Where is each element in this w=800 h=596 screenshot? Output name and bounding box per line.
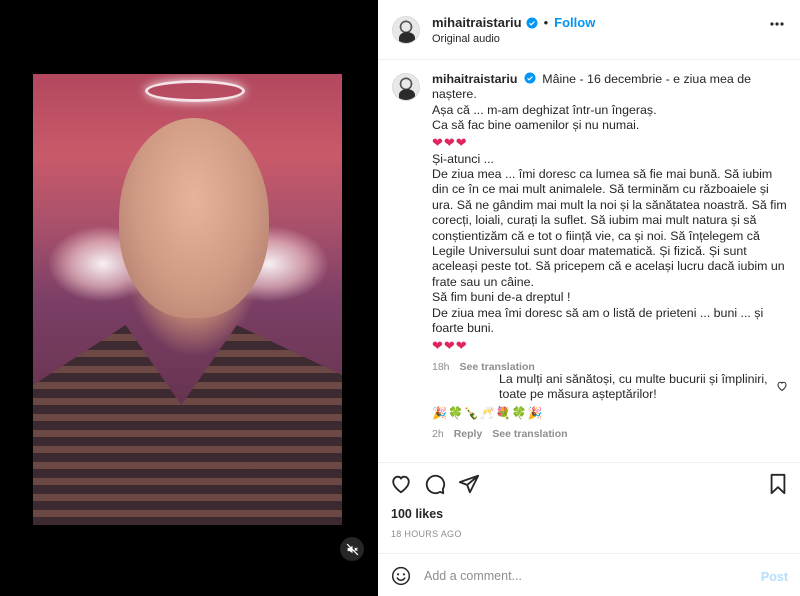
follow-button[interactable]: Follow — [554, 15, 595, 30]
post-panel: mihaitraistariu • Follow Original audio … — [378, 0, 800, 596]
mute-button[interactable] — [340, 537, 364, 561]
verified-badge-icon — [524, 72, 536, 84]
header-username[interactable]: mihaitraistariu — [432, 15, 522, 30]
comment-emojis: 🎉🍀🍾🥂💐🍀🎉 — [432, 405, 544, 420]
halo-effect — [145, 80, 245, 102]
caption-line: De ziua mea îmi doresc să am o listă de … — [432, 305, 764, 336]
video-shirt — [33, 325, 342, 525]
post-header: mihaitraistariu • Follow Original audio — [378, 0, 800, 60]
comment-time: 2h — [432, 427, 444, 440]
more-options-icon[interactable] — [770, 22, 784, 26]
reply-button[interactable]: Reply — [454, 428, 483, 440]
share-icon[interactable] — [458, 473, 480, 495]
emoji-icon[interactable] — [391, 566, 411, 586]
media-panel — [0, 0, 378, 596]
avatar[interactable] — [392, 73, 420, 101]
caption-text: mihaitraistariu Mâine - 16 decembrie - e… — [432, 72, 788, 375]
heart-icon[interactable] — [390, 473, 412, 495]
caption-line: Să fim buni de-a dreptul ! — [432, 290, 571, 305]
caption-paragraph: De ziua mea ... îmi doresc ca lumea să f… — [432, 167, 787, 289]
verified-badge-icon — [526, 17, 538, 28]
caption-line: Ca să fac bine oamenilor și nu numai. — [432, 118, 640, 133]
add-comment-bar: Post — [378, 553, 800, 596]
likes-count[interactable]: 100 likes — [391, 507, 443, 521]
comment-input[interactable] — [424, 564, 744, 588]
hearts-emoji: ❤❤❤ — [432, 337, 468, 353]
separator: • — [543, 15, 549, 30]
actions-bar — [378, 462, 800, 502]
video-player[interactable] — [33, 74, 342, 525]
video-subject — [119, 118, 269, 318]
caption-line: Așa că ... m-am deghizat într-un îngeraș… — [432, 102, 657, 117]
comment-heart-icon[interactable] — [776, 380, 788, 392]
see-translation-link[interactable]: See translation — [492, 428, 567, 440]
caption-line: Și-atunci ... — [432, 151, 494, 166]
comment-text: La mulți ani sănătoși, cu multe bucurii … — [499, 372, 768, 402]
hearts-emoji: ❤❤❤ — [432, 134, 468, 150]
post-button[interactable]: Post — [761, 570, 788, 584]
speaker-muted-icon — [346, 543, 358, 555]
bookmark-icon[interactable] — [768, 473, 788, 495]
comment-icon[interactable] — [424, 473, 446, 495]
caption-username[interactable]: mihaitraistariu — [432, 72, 517, 86]
comment-item: La mulți ani sănătoși, cu multe bucurii … — [432, 372, 772, 440]
avatar[interactable] — [392, 16, 420, 44]
post-timestamp: 18 HOURS AGO — [391, 529, 462, 539]
audio-label[interactable]: Original audio — [432, 33, 500, 45]
